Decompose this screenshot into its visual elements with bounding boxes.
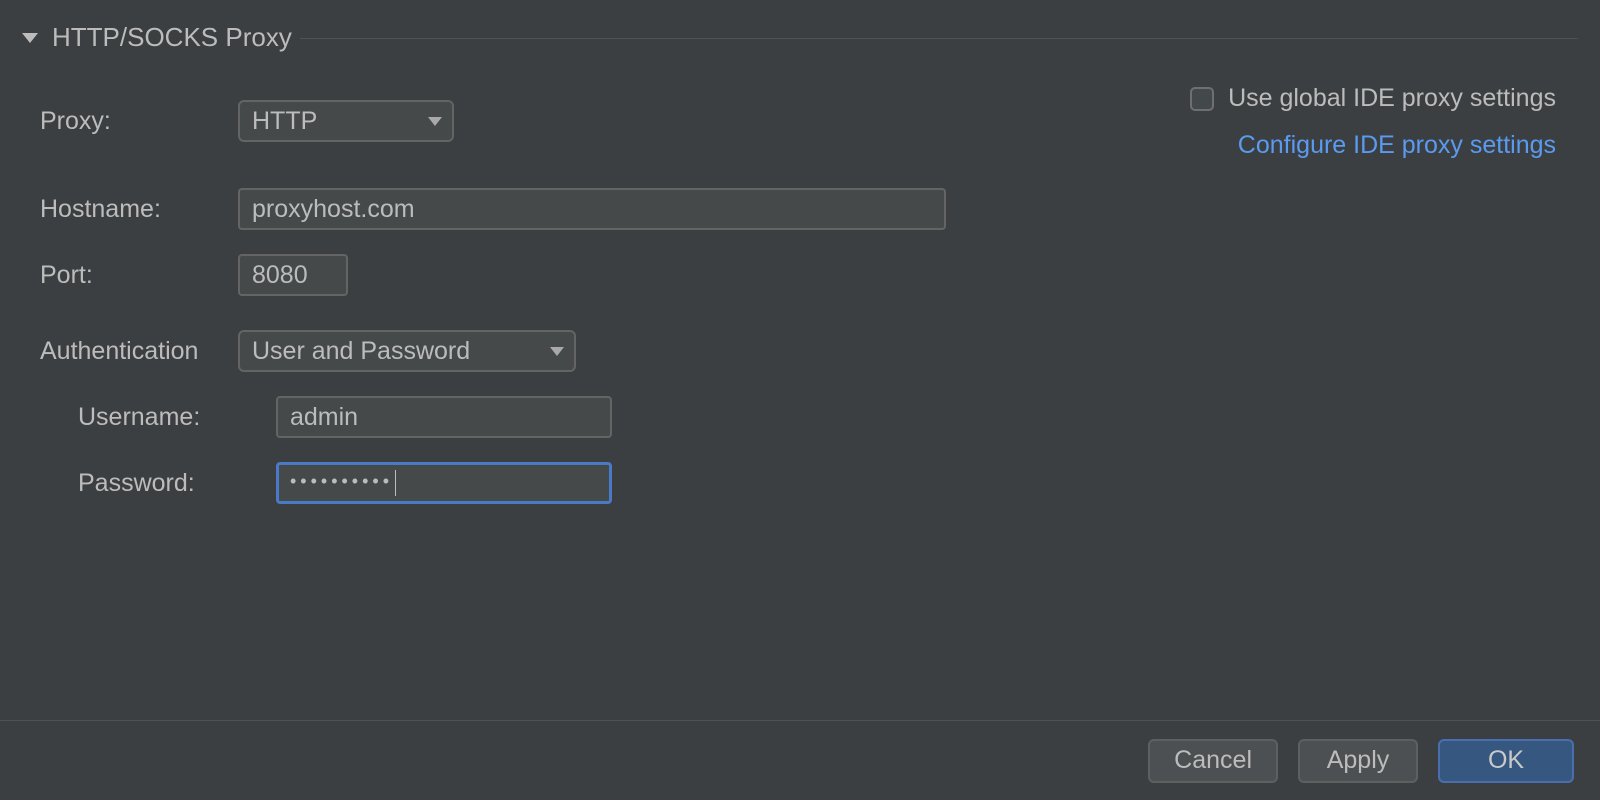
proxy-label: Proxy: (40, 107, 238, 136)
row-hostname: Hostname: (40, 188, 946, 230)
hostname-input[interactable] (238, 188, 946, 230)
password-label: Password: (40, 469, 276, 498)
use-global-label: Use global IDE proxy settings (1228, 84, 1556, 113)
use-global-checkbox[interactable] (1190, 87, 1214, 111)
text-cursor-icon (395, 470, 396, 496)
username-label: Username: (40, 403, 276, 432)
dialog-footer: Cancel Apply OK (0, 720, 1600, 800)
section-title: HTTP/SOCKS Proxy (52, 22, 292, 53)
row-username: Username: (40, 396, 946, 438)
row-port: Port: (40, 254, 946, 296)
section-header[interactable]: HTTP/SOCKS Proxy (22, 22, 292, 53)
password-mask: •••••••••• (290, 471, 393, 492)
disclosure-triangle-icon[interactable] (22, 33, 38, 43)
chevron-down-icon (428, 117, 442, 126)
configure-ide-proxy-link[interactable]: Configure IDE proxy settings (1238, 131, 1556, 160)
row-authentication: Authentication User and Password (40, 330, 946, 372)
authentication-select-value: User and Password (252, 337, 470, 366)
row-proxy: Proxy: HTTP (40, 100, 946, 142)
apply-button[interactable]: Apply (1298, 739, 1418, 783)
port-input[interactable] (238, 254, 348, 296)
proxy-select[interactable]: HTTP (238, 100, 454, 142)
port-label: Port: (40, 261, 238, 290)
proxy-select-value: HTTP (252, 107, 317, 136)
proxy-settings-panel: HTTP/SOCKS Proxy Proxy: HTTP Hostname: P… (0, 0, 1600, 800)
ok-button[interactable]: OK (1438, 739, 1574, 783)
username-input[interactable] (276, 396, 612, 438)
right-options: Use global IDE proxy settings Configure … (1190, 84, 1556, 160)
authentication-label: Authentication (40, 337, 238, 366)
chevron-down-icon (550, 347, 564, 356)
use-global-checkbox-row[interactable]: Use global IDE proxy settings (1190, 84, 1556, 113)
authentication-select[interactable]: User and Password (238, 330, 576, 372)
password-input[interactable]: •••••••••• (276, 462, 612, 504)
row-password: Password: •••••••••• (40, 462, 946, 504)
form-area: Proxy: HTTP Hostname: Port: Authenticati… (40, 100, 946, 528)
header-separator (300, 38, 1578, 39)
cancel-button[interactable]: Cancel (1148, 739, 1278, 783)
hostname-label: Hostname: (40, 195, 238, 224)
